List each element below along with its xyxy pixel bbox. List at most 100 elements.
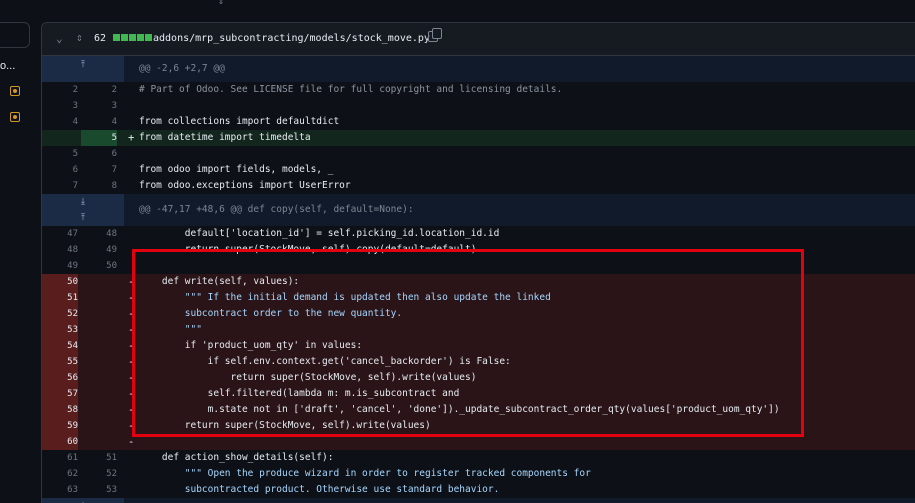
file-tree-item-label[interactable]: o... (0, 60, 15, 72)
diff-line: 49 50 (42, 258, 915, 274)
diffstat-block (129, 34, 136, 41)
line-number-new[interactable]: 52 (81, 466, 117, 482)
diff-line: 47 48 default['location_id'] = self.picki… (42, 226, 915, 242)
line-number-old[interactable]: 62 (42, 466, 78, 482)
code-text: return super(StockMove, self).copy(defau… (139, 244, 477, 255)
code-text: def write(self, values): (139, 276, 300, 287)
diff-sign: - (128, 436, 135, 448)
line-number-new[interactable]: 4 (81, 114, 117, 130)
line-number-old[interactable]: 47 (42, 226, 78, 242)
diff-line-added: 5 + from datetime import timedelta (42, 130, 915, 146)
code-text: """ Open the produce wizard in order to … (139, 468, 591, 479)
diff-line: 33 (42, 98, 915, 114)
code-text: from odoo.exceptions import UserError (139, 180, 351, 191)
diffstat-block (137, 34, 144, 41)
expand-both-icon[interactable]: ⤓ ⤒ (42, 194, 124, 226)
line-number-old[interactable]: 49 (42, 258, 78, 274)
line-number-old[interactable]: 3 (42, 98, 78, 114)
diff-sign: - (128, 340, 135, 352)
line-number-old[interactable]: 6 (42, 162, 78, 178)
code-text: """ (139, 324, 202, 335)
code-text: return super(StockMove, self).write(valu… (139, 372, 477, 383)
line-number-new[interactable]: 6 (81, 146, 117, 162)
line-number-old[interactable]: 7 (42, 178, 78, 194)
hunk-header: ⤓ ⤒ @@ -47,17 +48,6 @@ def copy(self, def… (42, 194, 915, 226)
line-number-old[interactable]: 52 (42, 306, 78, 322)
line-number-old[interactable]: 58 (42, 402, 78, 418)
diff-line-removed: 56 - return super(StockMove, self).write(… (42, 370, 915, 386)
expand-up-icon[interactable]: ⤒ (42, 56, 124, 82)
diff-sign: - (128, 420, 135, 432)
diff-line: 48 49 return super(StockMove, self).copy(… (42, 242, 915, 258)
code-text: from odoo import fields, models, _ (139, 164, 334, 175)
line-number-old[interactable]: 50 (42, 274, 78, 290)
line-number-old[interactable]: 48 (42, 242, 78, 258)
code-text: # Part of Odoo. See LICENSE file for ful… (139, 84, 563, 95)
line-number-new[interactable]: 7 (81, 162, 117, 178)
file-filter-input[interactable] (0, 22, 30, 48)
file-path[interactable]: addons/mrp_subcontracting/models/stock_m… (153, 33, 430, 44)
diff-line: 4 4 from collections import defaultdict (42, 114, 915, 130)
changes-count: 62 (94, 33, 107, 44)
line-number-old[interactable]: 51 (42, 290, 78, 306)
line-number-old[interactable]: 63 (42, 482, 78, 498)
line-number-new[interactable]: 8 (81, 178, 117, 194)
code-text: from datetime import timedelta (139, 132, 311, 143)
line-number-new[interactable]: 48 (81, 226, 117, 242)
copy-icon[interactable] (428, 28, 442, 42)
line-number-new[interactable]: 3 (81, 98, 117, 114)
diff-line: 6 7 from odoo import fields, models, _ (42, 162, 915, 178)
line-number-new[interactable]: 2 (81, 82, 117, 98)
code-text: def action_show_details(self): (139, 452, 334, 463)
expand-down-icon[interactable]: ⤓ (42, 498, 124, 503)
line-number-old[interactable]: 60 (42, 434, 78, 450)
line-number-old[interactable]: 5 (42, 146, 78, 162)
hunk-header-text: @@ -47,17 +48,6 @@ def copy(self, defaul… (139, 204, 414, 215)
code-text: if self.env.context.get('cancel_backorde… (139, 356, 511, 367)
line-number-new[interactable]: 50 (81, 258, 117, 274)
diff-line-removed: 59 - return super(StockMove, self).write(… (42, 418, 915, 434)
code-text: from collections import defaultdict (139, 116, 340, 127)
diff-line-removed: 58 - m.state not in ['draft', 'cancel', '… (42, 402, 915, 418)
line-number-old[interactable]: 57 (42, 386, 78, 402)
hunk-header: ⤒ @@ -2,6 +2,7 @@ (42, 56, 915, 82)
diffstat-block (145, 34, 152, 41)
code-text: m.state not in ['draft', 'cancel', 'done… (139, 404, 780, 415)
chevron-down-icon[interactable]: ⌄ (56, 32, 63, 45)
diff-line: 2 2 # Part of Odoo. See LICENSE file for f… (42, 82, 915, 98)
line-number-old[interactable]: 59 (42, 418, 78, 434)
code-text: if 'product_uom_qty' in values: (139, 340, 363, 351)
code-text: subcontracted product. Otherwise use sta… (139, 484, 500, 495)
line-number-old[interactable]: 61 (42, 450, 78, 466)
diff-line-removed: 54 - if 'product_uom_qty' in values: (42, 338, 915, 354)
file-tree-sidebar: o... (0, 0, 41, 502)
line-number-new[interactable]: 5 (81, 130, 117, 146)
diff-line-removed: 50 - def write(self, values): (42, 274, 915, 290)
code-text: subcontract order to the new quantity. (139, 308, 403, 319)
line-number-old[interactable]: 2 (42, 82, 78, 98)
code-text: self.filtered(lambda m: m.is_subcontract… (139, 388, 460, 399)
diff-line: 63 53 subcontracted product. Otherwise us… (42, 482, 915, 498)
diff-sign: - (128, 356, 135, 368)
diff-line-removed: 52 - subcontract order to the new quantit… (42, 306, 915, 322)
line-number-new[interactable]: 49 (81, 242, 117, 258)
line-number-old[interactable]: 53 (42, 322, 78, 338)
diffstat-bar (113, 34, 152, 41)
diff-line-removed: 57 - self.filtered(lambda m: m.is_subcont… (42, 386, 915, 402)
diff-sign: - (128, 404, 135, 416)
line-number-old[interactable]: 54 (42, 338, 78, 354)
drag-handle-icon[interactable]: ⇕ (218, 0, 224, 7)
file-modified-icon (10, 112, 20, 122)
diff-line-removed: 60 - (42, 434, 915, 450)
line-number-old[interactable]: 55 (42, 354, 78, 370)
diff-line: 7 8 from odoo.exceptions import UserError (42, 178, 915, 194)
diff-sign: - (128, 308, 135, 320)
diff-file-panel: ⌄ ⇕ 62 addons/mrp_subcontracting/models/… (41, 22, 915, 503)
diff-line-removed: 51 - """ If the initial demand is updated… (42, 290, 915, 306)
file-modified-icon (10, 86, 20, 96)
line-number-new[interactable]: 51 (81, 450, 117, 466)
expand-all-icon[interactable]: ⇕ (76, 31, 83, 44)
line-number-old[interactable]: 56 (42, 370, 78, 386)
line-number-old[interactable]: 4 (42, 114, 78, 130)
line-number-new[interactable]: 53 (81, 482, 117, 498)
